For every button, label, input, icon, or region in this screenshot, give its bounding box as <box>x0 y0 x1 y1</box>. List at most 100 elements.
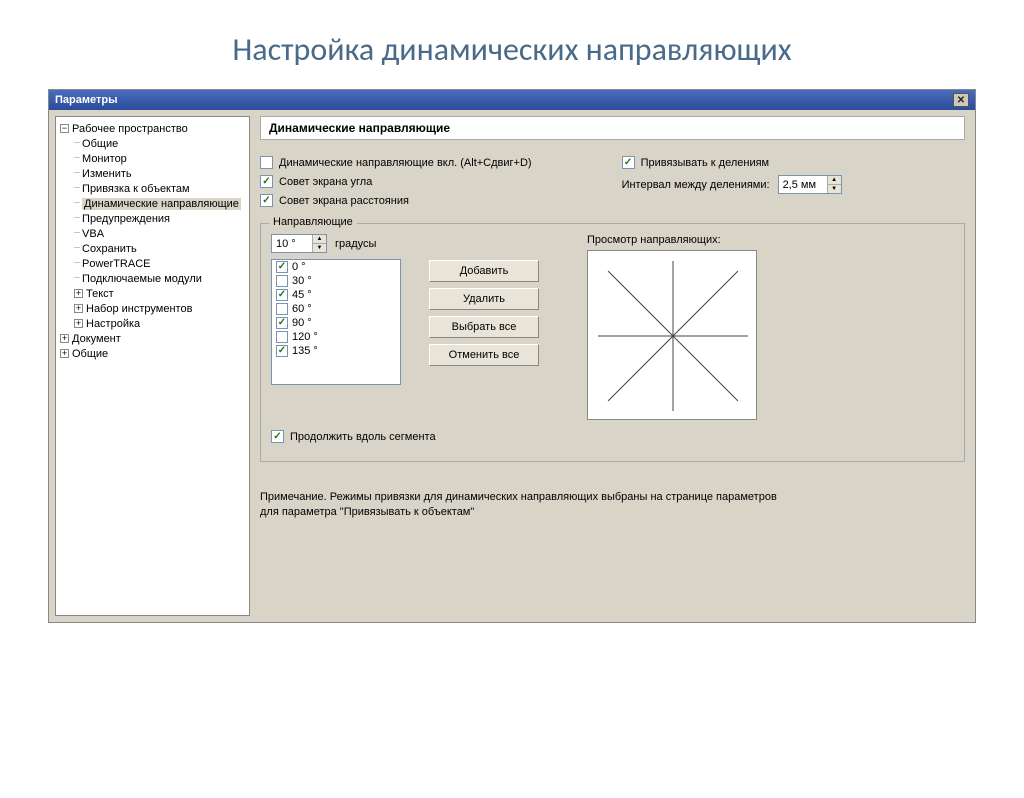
expand-icon[interactable]: + <box>74 289 83 298</box>
checkbox-enable-guides[interactable] <box>260 156 273 169</box>
tree-label: Документ <box>72 333 121 345</box>
angle-checkbox[interactable] <box>276 289 288 301</box>
tree-item[interactable]: ┈Подключаемые модули <box>60 271 249 286</box>
select-all-button[interactable]: Выбрать все <box>429 316 539 338</box>
angle-checkbox[interactable] <box>276 345 288 357</box>
expand-icon[interactable]: + <box>74 304 83 313</box>
tree-label: Привязка к объектам <box>82 183 190 195</box>
tree-connector-icon: ┈ <box>74 138 80 149</box>
angle-list-item[interactable]: 135 ° <box>272 344 400 358</box>
label-enable-guides: Динамические направляющие вкл. (Alt+Сдви… <box>279 157 532 169</box>
tree-label: Предупреждения <box>82 213 170 225</box>
tree-connector-icon: ┈ <box>74 183 80 194</box>
angle-list[interactable]: 0 ° 30 ° 45 ° 60 °90 °120 ° 135 ° <box>271 259 401 385</box>
tree-label: Динамические направляющие <box>82 198 241 210</box>
tree-item[interactable]: ┈Привязка к объектам <box>60 181 249 196</box>
expand-icon[interactable]: + <box>60 334 69 343</box>
interval-spinner[interactable]: ▲ ▼ <box>778 175 842 194</box>
degree-spinner[interactable]: ▲ ▼ <box>271 234 327 253</box>
label-snap-ticks: Привязывать к делениям <box>641 157 770 169</box>
spin-up-icon[interactable]: ▲ <box>828 176 841 184</box>
tree-label: VBA <box>82 228 104 240</box>
tree-label: Изменить <box>82 168 132 180</box>
degree-input[interactable] <box>272 235 312 252</box>
tree-item[interactable]: ┈Предупреждения <box>60 211 249 226</box>
expand-icon[interactable]: + <box>60 349 69 358</box>
deselect-all-button[interactable]: Отменить все <box>429 344 539 366</box>
tree-label: PowerTRACE <box>82 258 150 270</box>
spin-down-icon[interactable]: ▼ <box>828 184 841 193</box>
tree-item[interactable]: +Набор инструментов <box>60 301 249 316</box>
tree-item[interactable]: ┈Общие <box>60 136 249 151</box>
angle-checkbox[interactable] <box>276 317 288 329</box>
tree-item[interactable]: ┈Сохранить <box>60 241 249 256</box>
angle-checkbox[interactable] <box>276 331 288 343</box>
panel-header: Динамические направляющие <box>260 116 965 140</box>
angle-list-item[interactable]: 120 ° <box>272 330 400 344</box>
titlebar: Параметры ✕ <box>49 90 975 110</box>
angle-checkbox[interactable] <box>276 275 288 287</box>
checkbox-distance-tip[interactable] <box>260 194 273 207</box>
spin-up-icon[interactable]: ▲ <box>313 235 326 243</box>
angle-label: 120 ° <box>292 331 318 343</box>
guides-fieldset: Направляющие ▲ ▼ градусы <box>260 223 965 462</box>
expand-icon[interactable]: + <box>74 319 83 328</box>
tree-item[interactable]: ┈Динамические направляющие <box>60 196 249 211</box>
label-extend-segment: Продолжить вдоль сегмента <box>290 431 436 443</box>
angle-label: 0 ° <box>292 261 306 273</box>
tree-item[interactable]: ┈Монитор <box>60 151 249 166</box>
dialog-window: Параметры ✕ − Рабочее пространство ┈Общи… <box>48 89 976 623</box>
angle-list-item[interactable]: 0 ° <box>272 260 400 274</box>
angle-label: 60 ° <box>292 303 312 315</box>
tree-label: Набор инструментов <box>86 303 192 315</box>
guides-legend: Направляющие <box>269 216 357 228</box>
interval-input[interactable] <box>779 176 827 193</box>
label-interval: Интервал между делениями: <box>622 179 770 191</box>
collapse-icon[interactable]: − <box>60 124 69 133</box>
angle-checkbox[interactable] <box>276 303 288 315</box>
tree-connector-icon: ┈ <box>74 213 80 224</box>
tree-item[interactable]: +Текст <box>60 286 249 301</box>
tree-label: Текст <box>86 288 114 300</box>
tree-connector-icon: ┈ <box>74 258 80 269</box>
tree-item[interactable]: +Настройка <box>60 316 249 331</box>
note-text: Примечание. Режимы привязки для динамиче… <box>260 490 780 520</box>
tree-connector-icon: ┈ <box>74 168 80 179</box>
delete-button[interactable]: Удалить <box>429 288 539 310</box>
angle-list-item[interactable]: 45 ° <box>272 288 400 302</box>
slide-title: Настройка динамических направляющих <box>0 30 1024 69</box>
angle-list-item[interactable]: 30 ° <box>272 274 400 288</box>
tree-label: Общие <box>82 138 118 150</box>
tree-label: Подключаемые модули <box>82 273 202 285</box>
guides-preview <box>587 250 757 420</box>
tree-connector-icon: ┈ <box>74 228 80 239</box>
checkbox-extend-segment[interactable] <box>271 430 284 443</box>
checkbox-snap-ticks[interactable] <box>622 156 635 169</box>
tree-node-workspace[interactable]: − Рабочее пространство <box>60 121 249 136</box>
add-button[interactable]: Добавить <box>429 260 539 282</box>
label-distance-tip: Совет экрана расстояния <box>279 195 409 207</box>
tree-label: Настройка <box>86 318 140 330</box>
tree-connector-icon: ┈ <box>74 243 80 254</box>
angle-list-item[interactable]: 90 ° <box>272 316 400 330</box>
category-tree[interactable]: − Рабочее пространство ┈Общие┈Монитор┈Из… <box>55 116 250 616</box>
settings-panel: Динамические направляющие Динамические н… <box>250 110 975 622</box>
tree-item[interactable]: +Общие <box>60 346 249 361</box>
angle-label: 45 ° <box>292 289 312 301</box>
angle-list-item[interactable]: 60 ° <box>272 302 400 316</box>
checkbox-angle-tip[interactable] <box>260 175 273 188</box>
spin-down-icon[interactable]: ▼ <box>313 243 326 252</box>
label-angle-tip: Совет экрана угла <box>279 176 372 188</box>
tree-label: Общие <box>72 348 108 360</box>
close-button[interactable]: ✕ <box>953 93 969 107</box>
tree-item[interactable]: ┈VBA <box>60 226 249 241</box>
angle-label: 30 ° <box>292 275 312 287</box>
tree-connector-icon: ┈ <box>74 153 80 164</box>
angle-checkbox[interactable] <box>276 261 288 273</box>
preview-label: Просмотр направляющих: <box>587 234 757 246</box>
tree-item[interactable]: ┈PowerTRACE <box>60 256 249 271</box>
tree-connector-icon: ┈ <box>74 273 80 284</box>
tree-item[interactable]: +Документ <box>60 331 249 346</box>
angle-label: 135 ° <box>292 345 318 357</box>
tree-item[interactable]: ┈Изменить <box>60 166 249 181</box>
